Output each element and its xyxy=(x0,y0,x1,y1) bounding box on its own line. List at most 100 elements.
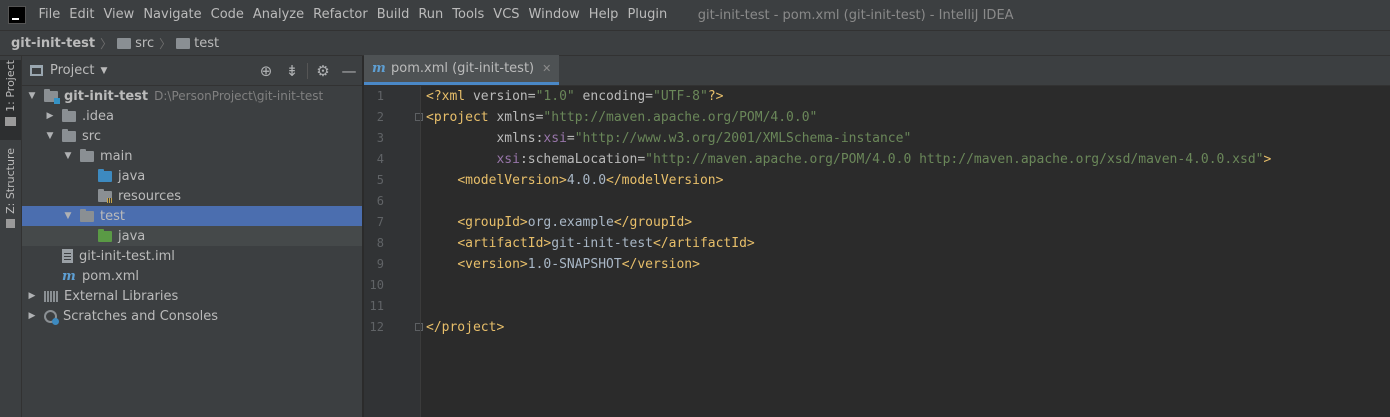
close-icon[interactable]: ✕ xyxy=(542,62,551,75)
tree-item-test[interactable]: ▼ test xyxy=(22,206,362,226)
code-line: xsi:schemaLocation="http://maven.apache.… xyxy=(496,152,1272,167)
tree-item-label: test xyxy=(100,208,125,224)
chevron-right-icon: 〉 xyxy=(100,36,113,51)
line-number-gutter: 1 2 3 4 5 6 7 8 9 10 11 12 xyxy=(364,86,423,417)
folder-icon xyxy=(62,128,76,142)
collapsed-arrow-icon[interactable]: ▶ xyxy=(44,111,56,121)
tree-item-label: External Libraries xyxy=(64,288,179,304)
tab-label: pom.xml (git-init-test) xyxy=(391,61,535,76)
tree-item-main-java[interactable]: java xyxy=(22,166,362,186)
panel-toolbar: ⊕ ⇟ ⚙ — xyxy=(253,60,362,82)
line-number: 2 xyxy=(376,110,384,124)
breadcrumb: git-init-test 〉 src 〉 test xyxy=(0,30,1390,56)
tree-item-label: git-init-test.iml xyxy=(79,248,175,264)
project-tool-button[interactable]: 1: Project xyxy=(0,60,21,140)
folder-icon xyxy=(62,108,76,122)
fold-marker-icon[interactable] xyxy=(415,113,423,121)
source-folder-icon xyxy=(98,168,112,182)
menu-window[interactable]: Window xyxy=(524,0,584,30)
expanded-arrow-icon[interactable]: ▼ xyxy=(62,151,74,161)
breadcrumb-src[interactable]: src xyxy=(135,36,154,51)
code-line: <artifactId>git-init-test</artifactId> xyxy=(457,236,755,251)
intellij-logo-icon xyxy=(8,6,26,24)
menu-refactor[interactable]: Refactor xyxy=(309,0,373,30)
collapse-all-icon[interactable]: ⇟ xyxy=(279,60,305,82)
resources-folder-icon xyxy=(98,188,113,203)
toolbar-divider xyxy=(307,62,308,79)
test-folder-icon xyxy=(98,228,112,242)
tree-item-label: Scratches and Consoles xyxy=(63,308,219,324)
line-number: 9 xyxy=(376,257,384,271)
code-line: <version>1.0-SNAPSHOT</version> xyxy=(457,257,700,272)
folder-icon xyxy=(176,37,191,49)
structure-tool-button[interactable]: Z: Structure xyxy=(0,148,21,232)
menu-edit[interactable]: Edit xyxy=(65,0,99,30)
menu-vcs[interactable]: VCS xyxy=(489,0,524,30)
tree-item-label: resources xyxy=(118,188,182,204)
line-number: 7 xyxy=(376,215,384,229)
menu-file[interactable]: File xyxy=(34,0,65,30)
libraries-icon xyxy=(44,290,58,302)
tree-item-src[interactable]: ▼ src xyxy=(22,126,362,146)
tree-item-external-libraries[interactable]: ▶ External Libraries xyxy=(22,286,362,306)
tree-item-label: java xyxy=(118,228,146,244)
tab-pom-xml[interactable]: m pom.xml (git-init-test) ✕ xyxy=(364,55,560,85)
menu-navigate[interactable]: Navigate xyxy=(139,0,206,30)
locate-target-icon[interactable]: ⊕ xyxy=(253,60,279,82)
folder-icon xyxy=(117,37,132,49)
tree-item-path: D:\PersonProject\git-init-test xyxy=(154,89,324,103)
line-number: 8 xyxy=(376,236,384,250)
fold-marker-icon[interactable] xyxy=(415,323,423,331)
minimize-icon[interactable]: — xyxy=(336,60,362,82)
tree-item-idea[interactable]: ▶ .idea xyxy=(22,106,362,126)
line-number: 1 xyxy=(376,89,384,103)
tree-item-main[interactable]: ▼ main xyxy=(22,146,362,166)
folder-icon xyxy=(80,148,94,162)
project-tool-label: 1: Project xyxy=(4,60,17,112)
menu-view[interactable]: View xyxy=(99,0,139,30)
breadcrumb-test[interactable]: test xyxy=(194,36,219,51)
module-folder-icon xyxy=(44,88,60,104)
menu-help[interactable]: Help xyxy=(584,0,623,30)
chevron-down-icon[interactable]: ▼ xyxy=(100,66,107,76)
iml-file-icon xyxy=(62,249,73,263)
code-line: <modelVersion>4.0.0</modelVersion> xyxy=(457,173,724,188)
menu-code[interactable]: Code xyxy=(206,0,248,30)
tree-item-resources[interactable]: resources xyxy=(22,186,362,206)
line-number: 5 xyxy=(376,173,384,187)
project-view-title[interactable]: Project xyxy=(50,63,94,78)
menu-run[interactable]: Run xyxy=(414,0,448,30)
expanded-arrow-icon[interactable]: ▼ xyxy=(44,131,56,141)
collapsed-arrow-icon[interactable]: ▶ xyxy=(26,291,38,301)
menu-analyze[interactable]: Analyze xyxy=(248,0,308,30)
tree-item-label: java xyxy=(118,168,146,184)
tree-item-scratches[interactable]: ▶ Scratches and Consoles xyxy=(22,306,362,326)
breadcrumb-project[interactable]: git-init-test xyxy=(11,36,95,51)
scratches-icon xyxy=(44,309,59,325)
menu-build[interactable]: Build xyxy=(372,0,414,30)
tree-item-label: src xyxy=(82,128,101,144)
tree-item-label: main xyxy=(100,148,133,164)
window-title: git-init-test - pom.xml (git-init-test) … xyxy=(697,7,1014,23)
menu-tools[interactable]: Tools xyxy=(448,0,489,30)
editor-tab-bar: m pom.xml (git-init-test) ✕ xyxy=(364,55,1390,86)
project-panel: Project ▼ ⊕ ⇟ ⚙ — ▼ git-init-test D:\Per… xyxy=(22,56,363,417)
expanded-arrow-icon[interactable]: ▼ xyxy=(26,91,38,101)
gear-icon[interactable]: ⚙ xyxy=(310,60,336,82)
folder-icon xyxy=(80,208,94,222)
tree-item-iml[interactable]: git-init-test.iml xyxy=(22,246,362,266)
tree-item-project-root[interactable]: ▼ git-init-test D:\PersonProject\git-ini… xyxy=(22,86,362,106)
code-area[interactable]: <?xml version="1.0" encoding="UTF-8"?> <… xyxy=(426,86,1271,338)
line-number: 3 xyxy=(376,131,384,145)
tree-item-pom[interactable]: m pom.xml xyxy=(22,266,362,286)
collapsed-arrow-icon[interactable]: ▶ xyxy=(26,311,38,321)
structure-icon xyxy=(6,218,15,228)
menu-plugin[interactable]: Plugin xyxy=(623,0,672,30)
line-number: 6 xyxy=(376,194,384,208)
tree-item-test-java[interactable]: java xyxy=(22,226,362,246)
tree-item-label: pom.xml xyxy=(82,268,139,284)
expanded-arrow-icon[interactable]: ▼ xyxy=(62,211,74,221)
code-line: </project> xyxy=(426,320,505,335)
code-line: <groupId>org.example</groupId> xyxy=(457,215,693,230)
